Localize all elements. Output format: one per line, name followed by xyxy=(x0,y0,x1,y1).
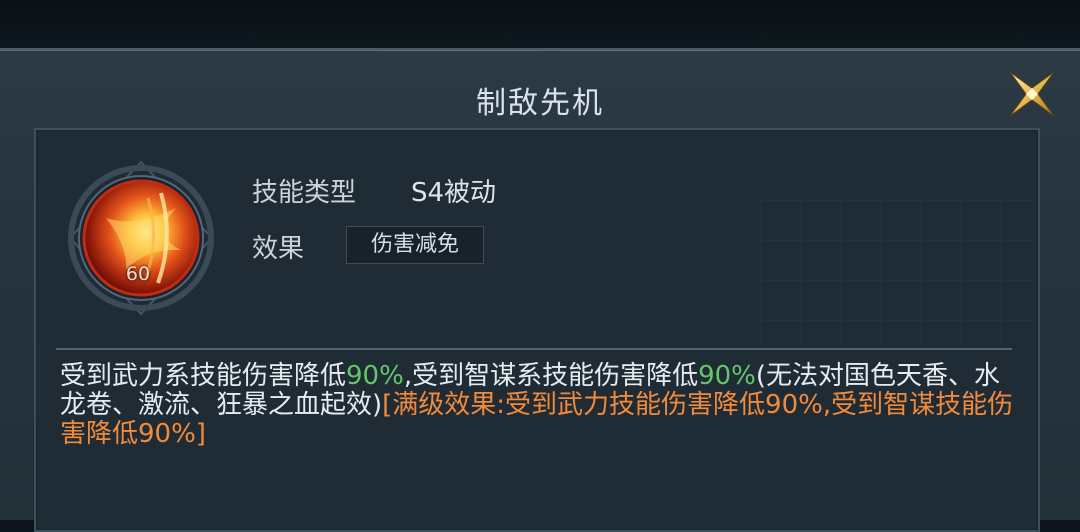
desc-percent-1: 90% xyxy=(346,361,404,391)
close-button[interactable] xyxy=(1004,66,1060,122)
close-x-icon xyxy=(1009,71,1055,117)
divider xyxy=(56,348,1012,350)
title-ornament-left xyxy=(380,50,540,61)
skill-icon[interactable] xyxy=(66,158,216,318)
desc-percent-2: 90% xyxy=(698,361,756,391)
skill-level: 60 xyxy=(125,263,151,285)
skill-type-label: 技能类型 xyxy=(252,178,357,208)
skill-description: 受到武力系技能伤害降低90%,受到智谋系技能伤害降低90%(无法对国色天香、水龙… xyxy=(60,362,1020,449)
desc-text-1: 受到武力系技能伤害降低 xyxy=(60,361,347,391)
title-ornament-right xyxy=(560,50,720,61)
desc-text-2: ,受到智谋系技能伤害降低 xyxy=(403,361,699,391)
skill-flame-icon xyxy=(68,160,214,316)
effect-tag: 伤害减免 xyxy=(346,226,484,264)
background-pattern xyxy=(760,200,1036,350)
dialog-title: 制敌先机 xyxy=(476,86,604,121)
skill-type-value: S4被动 xyxy=(411,178,497,208)
effect-label: 效果 xyxy=(252,234,305,264)
